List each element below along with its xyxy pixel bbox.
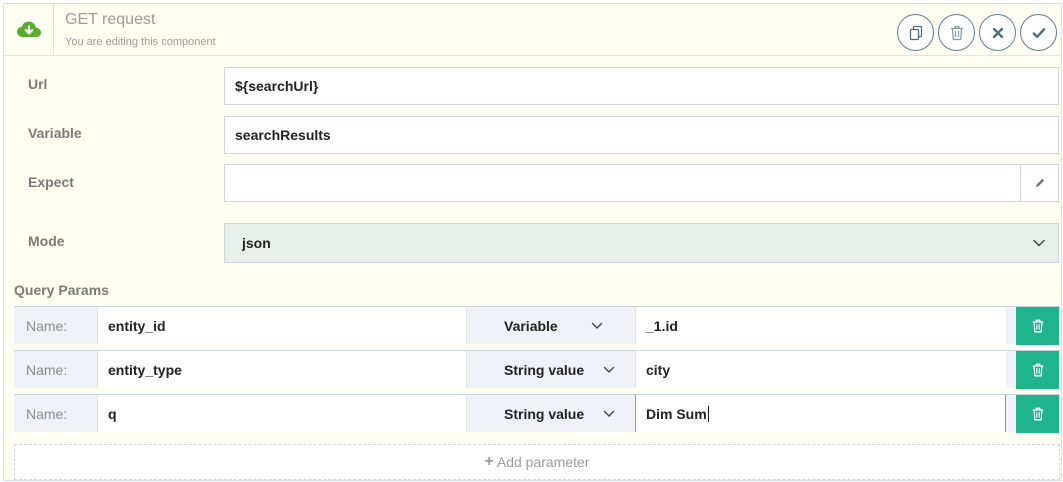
mode-value: json <box>242 235 271 251</box>
param-type-select[interactable]: String value <box>467 395 635 432</box>
cancel-button[interactable] <box>979 14 1016 51</box>
add-parameter-button[interactable]: + Add parameter <box>14 444 1060 480</box>
param-type-value: String value <box>504 361 585 378</box>
expect-label: Expect <box>28 174 74 190</box>
editing-hint: You are editing this component <box>65 36 216 48</box>
param-type-value: String value <box>504 405 585 422</box>
chevron-down-icon <box>603 410 615 417</box>
param-value-text: _1.id <box>646 317 678 334</box>
plus-icon: + <box>484 453 494 470</box>
delete-param-button[interactable] <box>1016 351 1059 389</box>
check-icon <box>1032 27 1045 38</box>
delete-component-button[interactable] <box>938 14 975 51</box>
trash-icon <box>1032 407 1043 421</box>
component-editor: GET request You are editing this compone… <box>3 3 1062 481</box>
param-row: Name: q String value Dim Sum <box>14 394 1060 433</box>
param-value-input[interactable]: Dim Sum <box>635 395 1006 432</box>
delete-param-button[interactable] <box>1016 307 1059 345</box>
param-name-value: q <box>108 405 117 422</box>
expect-edit-button[interactable] <box>1020 165 1058 201</box>
param-name-value: entity_type <box>108 361 182 378</box>
chevron-down-icon <box>603 366 615 373</box>
cloud-download-icon <box>16 21 41 37</box>
url-field[interactable]: ${searchUrl} <box>224 67 1059 105</box>
editor-header: GET request You are editing this compone… <box>4 4 1061 56</box>
delete-param-button[interactable] <box>1016 395 1059 433</box>
param-name-label: Name: <box>26 361 68 378</box>
param-name-input[interactable]: entity_id <box>97 307 467 344</box>
chevron-down-icon <box>591 322 603 329</box>
chevron-down-icon <box>1033 239 1045 247</box>
variable-label: Variable <box>28 125 82 141</box>
text-caret <box>707 405 709 422</box>
variable-value: searchResults <box>235 127 331 143</box>
param-name-input[interactable]: entity_type <box>97 351 467 388</box>
duplicate-button[interactable] <box>897 14 934 51</box>
component-title: GET request <box>65 11 156 28</box>
trash-icon <box>1032 363 1043 377</box>
expect-field[interactable] <box>224 164 1059 202</box>
param-name-label: Name: <box>26 317 68 334</box>
param-value-input[interactable]: city <box>635 351 1006 388</box>
url-label: Url <box>28 76 48 92</box>
trash-icon <box>950 25 963 40</box>
confirm-button[interactable] <box>1020 14 1057 51</box>
param-type-value: Variable <box>504 317 558 334</box>
component-type-badge <box>4 4 54 56</box>
param-name-input[interactable]: q <box>97 395 467 432</box>
param-type-select[interactable]: Variable <box>467 307 635 344</box>
copy-icon <box>909 25 922 40</box>
variable-field[interactable]: searchResults <box>224 116 1059 154</box>
param-value-text: Dim Sum <box>646 405 707 422</box>
param-value-text: city <box>646 361 671 378</box>
pencil-icon <box>1035 178 1044 187</box>
close-icon <box>992 27 1003 38</box>
param-type-select[interactable]: String value <box>467 351 635 388</box>
param-name-label: Name: <box>26 405 68 422</box>
param-row: Name: entity_id Variable _1.id <box>14 306 1060 345</box>
query-params-label: Query Params <box>14 282 109 298</box>
url-value: ${searchUrl} <box>235 78 319 94</box>
header-actions <box>897 14 1057 51</box>
param-row: Name: entity_type String value city <box>14 350 1060 389</box>
mode-label: Mode <box>28 233 65 249</box>
param-name-value: entity_id <box>108 317 166 334</box>
mode-select[interactable]: json <box>224 223 1059 263</box>
param-value-input[interactable]: _1.id <box>635 307 1006 344</box>
trash-icon <box>1032 319 1043 333</box>
add-parameter-label: Add parameter <box>496 454 590 470</box>
